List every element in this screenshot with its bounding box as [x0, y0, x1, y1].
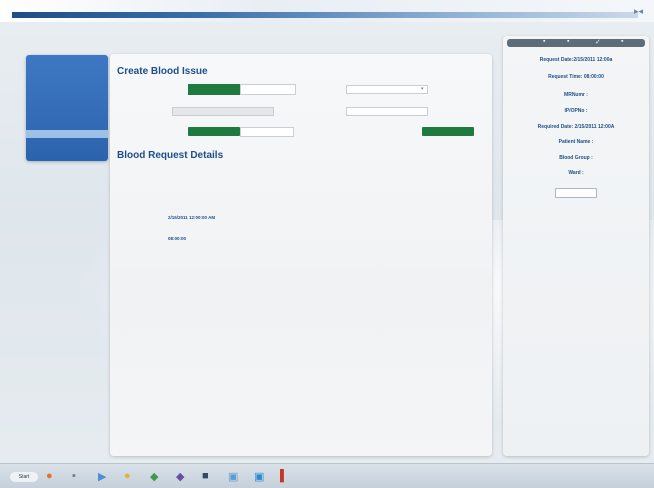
menu-item-5[interactable] [26, 95, 108, 104]
window-titlebar [0, 0, 654, 22]
save-icon[interactable]: ▪ [543, 38, 545, 45]
chevron-down-icon[interactable]: ▾ [421, 86, 424, 92]
action-button[interactable] [422, 127, 474, 136]
settings-icon[interactable]: ▪ [621, 38, 623, 45]
taskbar: Start ● ▪ ▶ ● ◆ ◆ ■ ▣ ▣ ▌ [0, 463, 654, 488]
page-title: Create Blood Issue [117, 66, 208, 77]
folder-icon[interactable]: ▪ [72, 470, 76, 482]
request-date: Request Date:2/15/2011 12:00a [539, 57, 613, 63]
menu-item-6[interactable] [26, 103, 108, 112]
request-datetime-value: 2/15/2011 12:00:00 AM [168, 215, 216, 220]
disabled-text-field [172, 107, 274, 116]
right-toolbar: ▪ ▪ ✓ ▪ [507, 38, 645, 47]
patient-name: Patient Name : [558, 139, 594, 145]
request-time: Request Time: 08:00:00 [548, 74, 604, 80]
media-icon[interactable]: ▶ [98, 470, 106, 483]
paint-icon[interactable]: ● [124, 470, 131, 482]
view-details-button[interactable] [555, 188, 597, 198]
ip-op-number: IP/OPNo : [564, 108, 588, 114]
check-icon[interactable]: ✓ [595, 38, 601, 46]
app-icon-3[interactable]: ▌ [280, 470, 288, 482]
required-date: Required Date: 2/15/2011 12:00A [537, 124, 615, 130]
ward: Ward : [568, 170, 584, 176]
menu-item-3[interactable] [26, 77, 108, 86]
window-title-band [12, 12, 638, 18]
select2-dropdown[interactable] [346, 107, 428, 116]
menu-item-8[interactable] [26, 121, 108, 130]
right-summary-panel: ▪ ▪ ✓ ▪ Request Date:2/15/2011 12:00a Re… [503, 36, 649, 456]
window-icon[interactable]: ■ [202, 470, 209, 482]
toggle-option-off[interactable] [240, 84, 296, 95]
cancel-button[interactable] [240, 127, 294, 137]
start-button[interactable]: Start [10, 472, 38, 482]
vs-icon[interactable]: ◆ [150, 470, 158, 483]
app-icon[interactable]: ◆ [176, 470, 184, 483]
print-icon[interactable]: ▪ [567, 38, 569, 45]
menu-item-11[interactable] [26, 147, 108, 156]
menu-item-blood-issue[interactable] [26, 129, 108, 139]
request-time-value: 08:00:00 [168, 236, 187, 241]
select1-dropdown[interactable] [346, 85, 428, 94]
mr-number: MRNumr : [564, 92, 588, 98]
left-navigation-menu [26, 55, 108, 161]
system-tray[interactable] [560, 471, 650, 483]
window-controls-icon[interactable]: ▸◂ [634, 6, 643, 17]
details-title: Blood Request Details [117, 150, 224, 161]
menu-item-2[interactable] [26, 69, 108, 78]
menu-item-10[interactable] [26, 138, 108, 147]
toggle-option-on[interactable] [188, 84, 240, 95]
app-icon-2[interactable]: ▣ [254, 470, 264, 483]
submit-button[interactable] [188, 127, 240, 136]
menu-item-1[interactable] [26, 60, 108, 69]
main-panel: Create Blood Issue ▾ Blood Request Detai… [110, 54, 492, 456]
menu-item-4[interactable] [26, 86, 108, 95]
network-icon[interactable]: ▣ [228, 470, 238, 483]
ie-icon[interactable]: ● [46, 470, 53, 482]
menu-item-7[interactable] [26, 112, 108, 121]
blood-group: Blood Group : [559, 155, 593, 161]
